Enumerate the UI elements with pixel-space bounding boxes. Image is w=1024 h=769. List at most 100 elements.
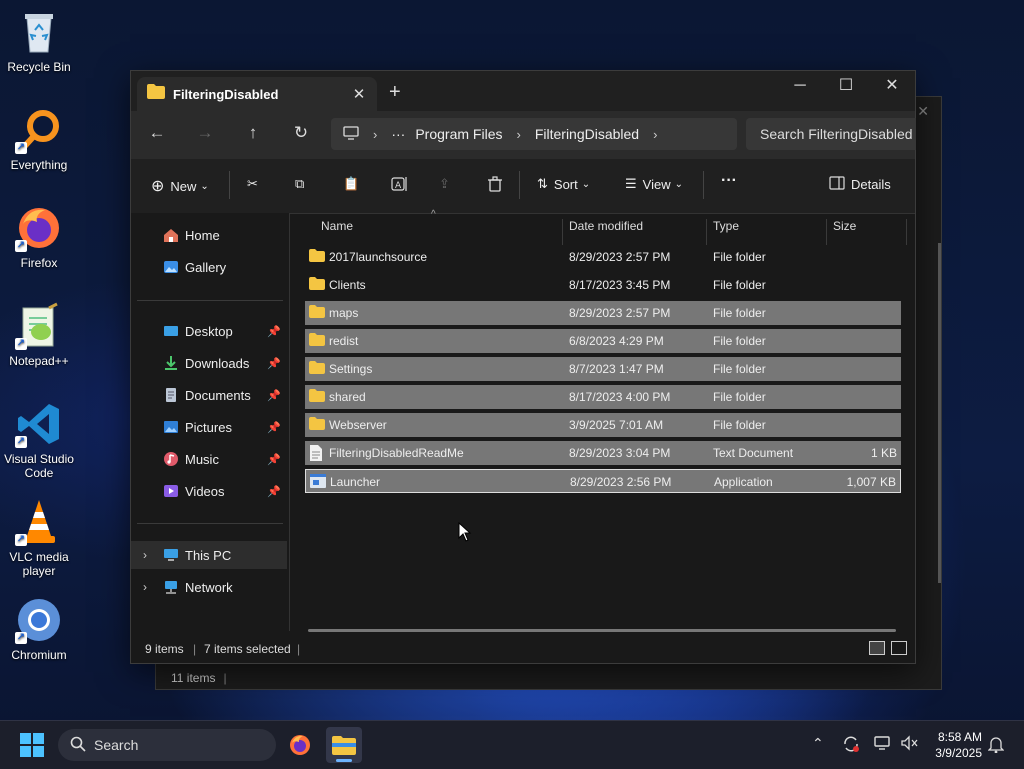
file-row[interactable]: FilteringDisabledReadMe 8/29/2023 3:04 PM… bbox=[305, 441, 901, 465]
sync-icon[interactable] bbox=[842, 735, 860, 756]
rename-icon[interactable]: A bbox=[391, 176, 409, 192]
taskbar-file-explorer-button[interactable] bbox=[326, 727, 362, 763]
pin-icon[interactable]: 📌 bbox=[267, 453, 281, 466]
back-arrow-icon[interactable]: ← bbox=[145, 123, 169, 143]
close-icon[interactable]: ✕ bbox=[917, 103, 929, 120]
details-button[interactable]: Details bbox=[829, 176, 891, 193]
chevron-up-icon[interactable]: ⌃ bbox=[812, 735, 824, 752]
file-row[interactable]: 2017launchsource 8/29/2023 2:57 PM File fo… bbox=[305, 245, 901, 269]
breadcrumb-program-files[interactable]: Program Files bbox=[415, 126, 502, 142]
chevron-right-icon[interactable]: › bbox=[359, 127, 391, 142]
file-row[interactable]: Settings 8/7/2023 1:47 PM File folder bbox=[305, 357, 901, 381]
sidebar-item-home[interactable]: Home bbox=[131, 221, 287, 249]
title-bar[interactable]: FilteringDisabled ✕ + ─ ☐ ✕ bbox=[131, 71, 915, 111]
taskbar-firefox-button[interactable] bbox=[282, 727, 318, 763]
taskbar-clock[interactable]: 8:58 AM 3/9/2025 bbox=[918, 729, 982, 761]
pin-icon[interactable]: 📌 bbox=[267, 389, 281, 402]
network-icon bbox=[163, 579, 179, 595]
share-icon[interactable]: ⇪ bbox=[439, 176, 450, 192]
large-icons-view-icon[interactable] bbox=[891, 641, 907, 655]
file-name: maps bbox=[329, 306, 359, 320]
chevron-right-icon[interactable]: › bbox=[143, 580, 147, 594]
column-header-size[interactable]: Size bbox=[833, 219, 856, 233]
file-row[interactable]: shared 8/17/2023 4:00 PM File folder bbox=[305, 385, 901, 409]
breadcrumb-filtering-disabled[interactable]: FilteringDisabled bbox=[535, 126, 639, 142]
pin-icon[interactable]: 📌 bbox=[267, 421, 281, 434]
network-tray-icon[interactable] bbox=[874, 735, 892, 754]
refresh-icon[interactable]: ↻ bbox=[289, 123, 313, 143]
column-header-name[interactable]: Name bbox=[321, 219, 353, 233]
desktop-icon-vscode[interactable]: ↗ Visual Studio Code bbox=[2, 400, 76, 480]
sidebar-item-music[interactable]: Music 📌 bbox=[131, 445, 287, 473]
sidebar-item-videos[interactable]: Videos 📌 bbox=[131, 477, 287, 505]
maximize-button[interactable]: ☐ bbox=[823, 71, 869, 103]
search-icon bbox=[70, 736, 86, 755]
address-bar[interactable]: › ··· Program Files › FilteringDisabled … bbox=[331, 118, 737, 150]
file-type: Application bbox=[714, 475, 773, 489]
navigation-bar: ← → ↑ ↻ › ··· Program Files › FilteringD… bbox=[131, 111, 916, 159]
selected-count: 7 items selected bbox=[204, 642, 291, 656]
column-header-type[interactable]: Type bbox=[713, 219, 739, 233]
pin-icon[interactable]: 📌 bbox=[267, 325, 281, 338]
column-header-date[interactable]: Date modified bbox=[569, 219, 643, 233]
desktop-icon-everything[interactable]: ↗ Everything bbox=[2, 106, 76, 172]
cut-icon[interactable]: ✂ bbox=[247, 176, 258, 192]
file-explorer-window[interactable]: FilteringDisabled ✕ + ─ ☐ ✕ ← → ↑ ↻ › ··… bbox=[130, 70, 941, 664]
view-button[interactable]: ☰ View ⌄ bbox=[625, 176, 683, 192]
sidebar-item-network[interactable]: › Network bbox=[131, 573, 287, 601]
up-arrow-icon[interactable]: ↑ bbox=[241, 123, 265, 143]
sidebar-item-desktop[interactable]: Desktop 📌 bbox=[131, 317, 287, 345]
tab-filtering-disabled[interactable]: FilteringDisabled ✕ bbox=[137, 77, 377, 111]
desktop-icon-vlc[interactable]: ↗ VLC media player bbox=[2, 498, 76, 578]
horizontal-scrollbar[interactable] bbox=[308, 629, 896, 632]
file-row[interactable]: redist 6/8/2023 4:29 PM File folder bbox=[305, 329, 901, 353]
desktop-icon-label: Recycle Bin bbox=[7, 60, 71, 74]
desktop-icon-firefox[interactable]: ↗ Firefox bbox=[2, 204, 76, 270]
pin-icon[interactable]: 📌 bbox=[267, 485, 281, 498]
desktop-icon-chromium[interactable]: ↗ Chromium bbox=[2, 596, 76, 662]
delete-icon[interactable] bbox=[487, 176, 503, 192]
sidebar-item-documents[interactable]: Documents 📌 bbox=[131, 381, 287, 409]
paste-icon[interactable]: 📋 bbox=[343, 176, 359, 192]
file-row[interactable]: maps 8/29/2023 2:57 PM File folder bbox=[305, 301, 901, 325]
sort-ascending-icon: ^ bbox=[431, 209, 436, 220]
close-button[interactable]: ✕ bbox=[869, 71, 915, 103]
sidebar-item-gallery[interactable]: Gallery bbox=[131, 253, 287, 281]
chevron-right-icon[interactable]: › bbox=[502, 127, 534, 142]
minimize-button[interactable]: ─ bbox=[777, 71, 823, 103]
close-tab-icon[interactable]: ✕ bbox=[347, 85, 371, 103]
file-row[interactable]: Clients 8/17/2023 3:45 PM File folder bbox=[305, 273, 901, 297]
folder-icon bbox=[309, 361, 325, 377]
sidebar-item-downloads[interactable]: Downloads 📌 bbox=[131, 349, 287, 377]
folder-icon bbox=[147, 84, 165, 104]
pin-icon[interactable]: 📌 bbox=[267, 357, 281, 370]
monitor-icon[interactable] bbox=[343, 125, 359, 143]
file-row[interactable]: Webserver 3/9/2025 7:01 AM File folder bbox=[305, 413, 901, 437]
copy-icon[interactable]: ⧉ bbox=[295, 176, 304, 192]
windows-start-icon[interactable] bbox=[20, 733, 44, 762]
sort-button[interactable]: ⇅ Sort ⌄ bbox=[537, 176, 590, 192]
new-button[interactable]: ⊕ New ⌄ bbox=[151, 176, 209, 196]
desktop-icon-recycle-bin[interactable]: Recycle Bin bbox=[2, 8, 76, 74]
new-tab-button[interactable]: + bbox=[389, 81, 401, 104]
breadcrumb-overflow[interactable]: ··· bbox=[391, 126, 405, 142]
details-view-icon[interactable] bbox=[869, 641, 885, 655]
file-date-modified: 8/17/2023 4:00 PM bbox=[569, 390, 671, 404]
chevron-right-icon[interactable]: › bbox=[639, 127, 671, 142]
file-row[interactable]: Launcher 8/29/2023 2:56 PM Application 1,00… bbox=[305, 469, 901, 493]
search-input[interactable]: Search FilteringDisabled bbox=[746, 118, 916, 150]
desktop-icon-notepad-plus-plus[interactable]: ↗ Notepad++ bbox=[2, 302, 76, 368]
text-document-icon bbox=[309, 445, 323, 464]
mouse-cursor-icon bbox=[458, 521, 472, 547]
file-type: File folder bbox=[713, 418, 766, 432]
forward-arrow-icon[interactable]: → bbox=[193, 123, 217, 143]
chevron-right-icon[interactable]: › bbox=[143, 548, 147, 562]
vertical-scrollbar[interactable] bbox=[938, 243, 941, 583]
sidebar-item-this-pc[interactable]: › This PC bbox=[131, 541, 287, 569]
volume-muted-icon[interactable] bbox=[900, 735, 918, 754]
more-options-button[interactable]: ··· bbox=[721, 172, 737, 190]
notification-bell-icon[interactable] bbox=[987, 735, 1005, 756]
file-type: File folder bbox=[713, 306, 766, 320]
taskbar-search-box[interactable]: Search bbox=[58, 729, 276, 761]
sidebar-item-pictures[interactable]: Pictures 📌 bbox=[131, 413, 287, 441]
